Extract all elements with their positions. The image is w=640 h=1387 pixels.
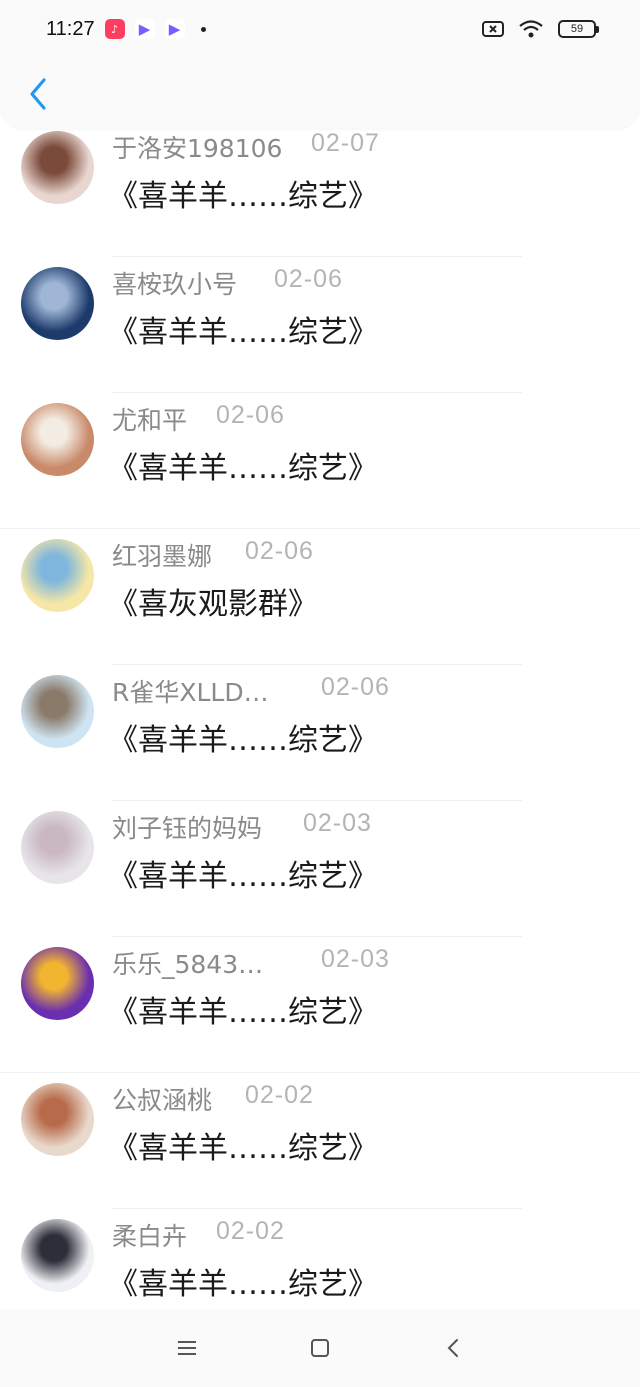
avatar[interactable] bbox=[21, 403, 94, 476]
menu-button[interactable] bbox=[167, 1328, 207, 1368]
user-name[interactable]: 红羽墨娜 bbox=[112, 537, 212, 573]
item-date: 02-06 bbox=[245, 537, 314, 565]
video-app-icon-2: ▶ bbox=[164, 19, 185, 39]
avatar[interactable] bbox=[21, 1083, 94, 1156]
user-name[interactable]: 尤和平 bbox=[112, 401, 187, 437]
sim-missing-icon bbox=[482, 21, 504, 37]
user-name[interactable]: 公叔涵桃 bbox=[112, 1081, 212, 1117]
item-date: 02-03 bbox=[321, 945, 390, 973]
notification-dot-icon bbox=[200, 26, 206, 32]
item-date: 02-07 bbox=[311, 129, 380, 157]
user-name[interactable]: 乐乐_5843… bbox=[112, 945, 263, 981]
list-item[interactable]: 公叔涵桃 02-02 《喜羊羊……综艺》 bbox=[0, 1073, 640, 1209]
status-bar: 11:27 ♪ ▶ ▶ 59 bbox=[0, 0, 640, 58]
status-time: 11:27 bbox=[46, 17, 95, 40]
menu-icon bbox=[177, 1341, 196, 1355]
system-back-button[interactable] bbox=[433, 1328, 473, 1368]
user-name[interactable]: 柔白卉 bbox=[112, 1217, 187, 1253]
comment-list: 于洛安198106 02-07 《喜羊羊……综艺》 喜桉玖小号 02-06 《喜… bbox=[0, 128, 640, 1308]
avatar[interactable] bbox=[21, 675, 94, 748]
avatar[interactable] bbox=[21, 131, 94, 204]
list-item[interactable]: 柔白卉 02-02 《喜羊羊……综艺》 bbox=[0, 1209, 640, 1308]
home-square-icon bbox=[310, 1339, 329, 1357]
system-nav-bar bbox=[0, 1309, 640, 1387]
item-title[interactable]: 《喜羊羊……综艺》 bbox=[108, 851, 378, 895]
avatar[interactable] bbox=[21, 811, 94, 884]
list-item[interactable]: 乐乐_5843… 02-03 《喜羊羊……综艺》 bbox=[0, 937, 640, 1073]
tiktok-app-icon: ♪ bbox=[104, 19, 125, 39]
list-item[interactable]: 喜桉玖小号 02-06 《喜羊羊……综艺》 bbox=[0, 257, 640, 393]
chevron-left-icon bbox=[30, 78, 46, 110]
list-item[interactable]: 于洛安198106 02-07 《喜羊羊……综艺》 bbox=[0, 128, 640, 257]
back-triangle-icon bbox=[447, 1339, 459, 1357]
user-name[interactable]: R雀华XLLD… bbox=[112, 673, 269, 709]
list-item[interactable]: 刘子钰的妈妈 02-03 《喜羊羊……综艺》 bbox=[0, 801, 640, 937]
item-title[interactable]: 《喜羊羊……综艺》 bbox=[108, 987, 378, 1031]
video-app-icon: ▶ bbox=[134, 19, 155, 39]
avatar[interactable] bbox=[21, 267, 94, 340]
item-date: 02-06 bbox=[274, 265, 343, 293]
item-title[interactable]: 《喜羊羊……综艺》 bbox=[108, 443, 378, 487]
item-date: 02-02 bbox=[245, 1081, 314, 1109]
item-date: 02-03 bbox=[303, 809, 372, 837]
item-title[interactable]: 《喜羊羊……综艺》 bbox=[108, 1259, 378, 1303]
item-date: 02-06 bbox=[321, 673, 390, 701]
user-name[interactable]: 刘子钰的妈妈 bbox=[112, 809, 262, 845]
list-item[interactable]: R雀华XLLD… 02-06 《喜羊羊……综艺》 bbox=[0, 665, 640, 801]
item-title[interactable]: 《喜羊羊……综艺》 bbox=[108, 171, 378, 215]
item-title[interactable]: 《喜羊羊……综艺》 bbox=[108, 715, 378, 759]
home-button[interactable] bbox=[300, 1328, 340, 1368]
list-item[interactable]: 尤和平 02-06 《喜羊羊……综艺》 bbox=[0, 393, 640, 529]
item-title[interactable]: 《喜灰观影群》 bbox=[108, 579, 318, 623]
item-date: 02-06 bbox=[216, 401, 285, 429]
item-title[interactable]: 《喜羊羊……综艺》 bbox=[108, 307, 378, 351]
item-date: 02-02 bbox=[216, 1217, 285, 1245]
avatar[interactable] bbox=[21, 947, 94, 1020]
wifi-icon bbox=[519, 20, 543, 38]
battery-icon: 59 bbox=[558, 20, 599, 38]
user-name[interactable]: 于洛安198106 bbox=[112, 129, 282, 165]
list-item[interactable]: 红羽墨娜 02-06 《喜灰观影群》 bbox=[0, 529, 640, 665]
avatar[interactable] bbox=[21, 1219, 94, 1292]
back-button[interactable] bbox=[18, 72, 58, 116]
item-title[interactable]: 《喜羊羊……综艺》 bbox=[108, 1123, 378, 1167]
avatar[interactable] bbox=[21, 539, 94, 612]
user-name[interactable]: 喜桉玖小号 bbox=[112, 265, 237, 301]
header bbox=[0, 58, 640, 128]
